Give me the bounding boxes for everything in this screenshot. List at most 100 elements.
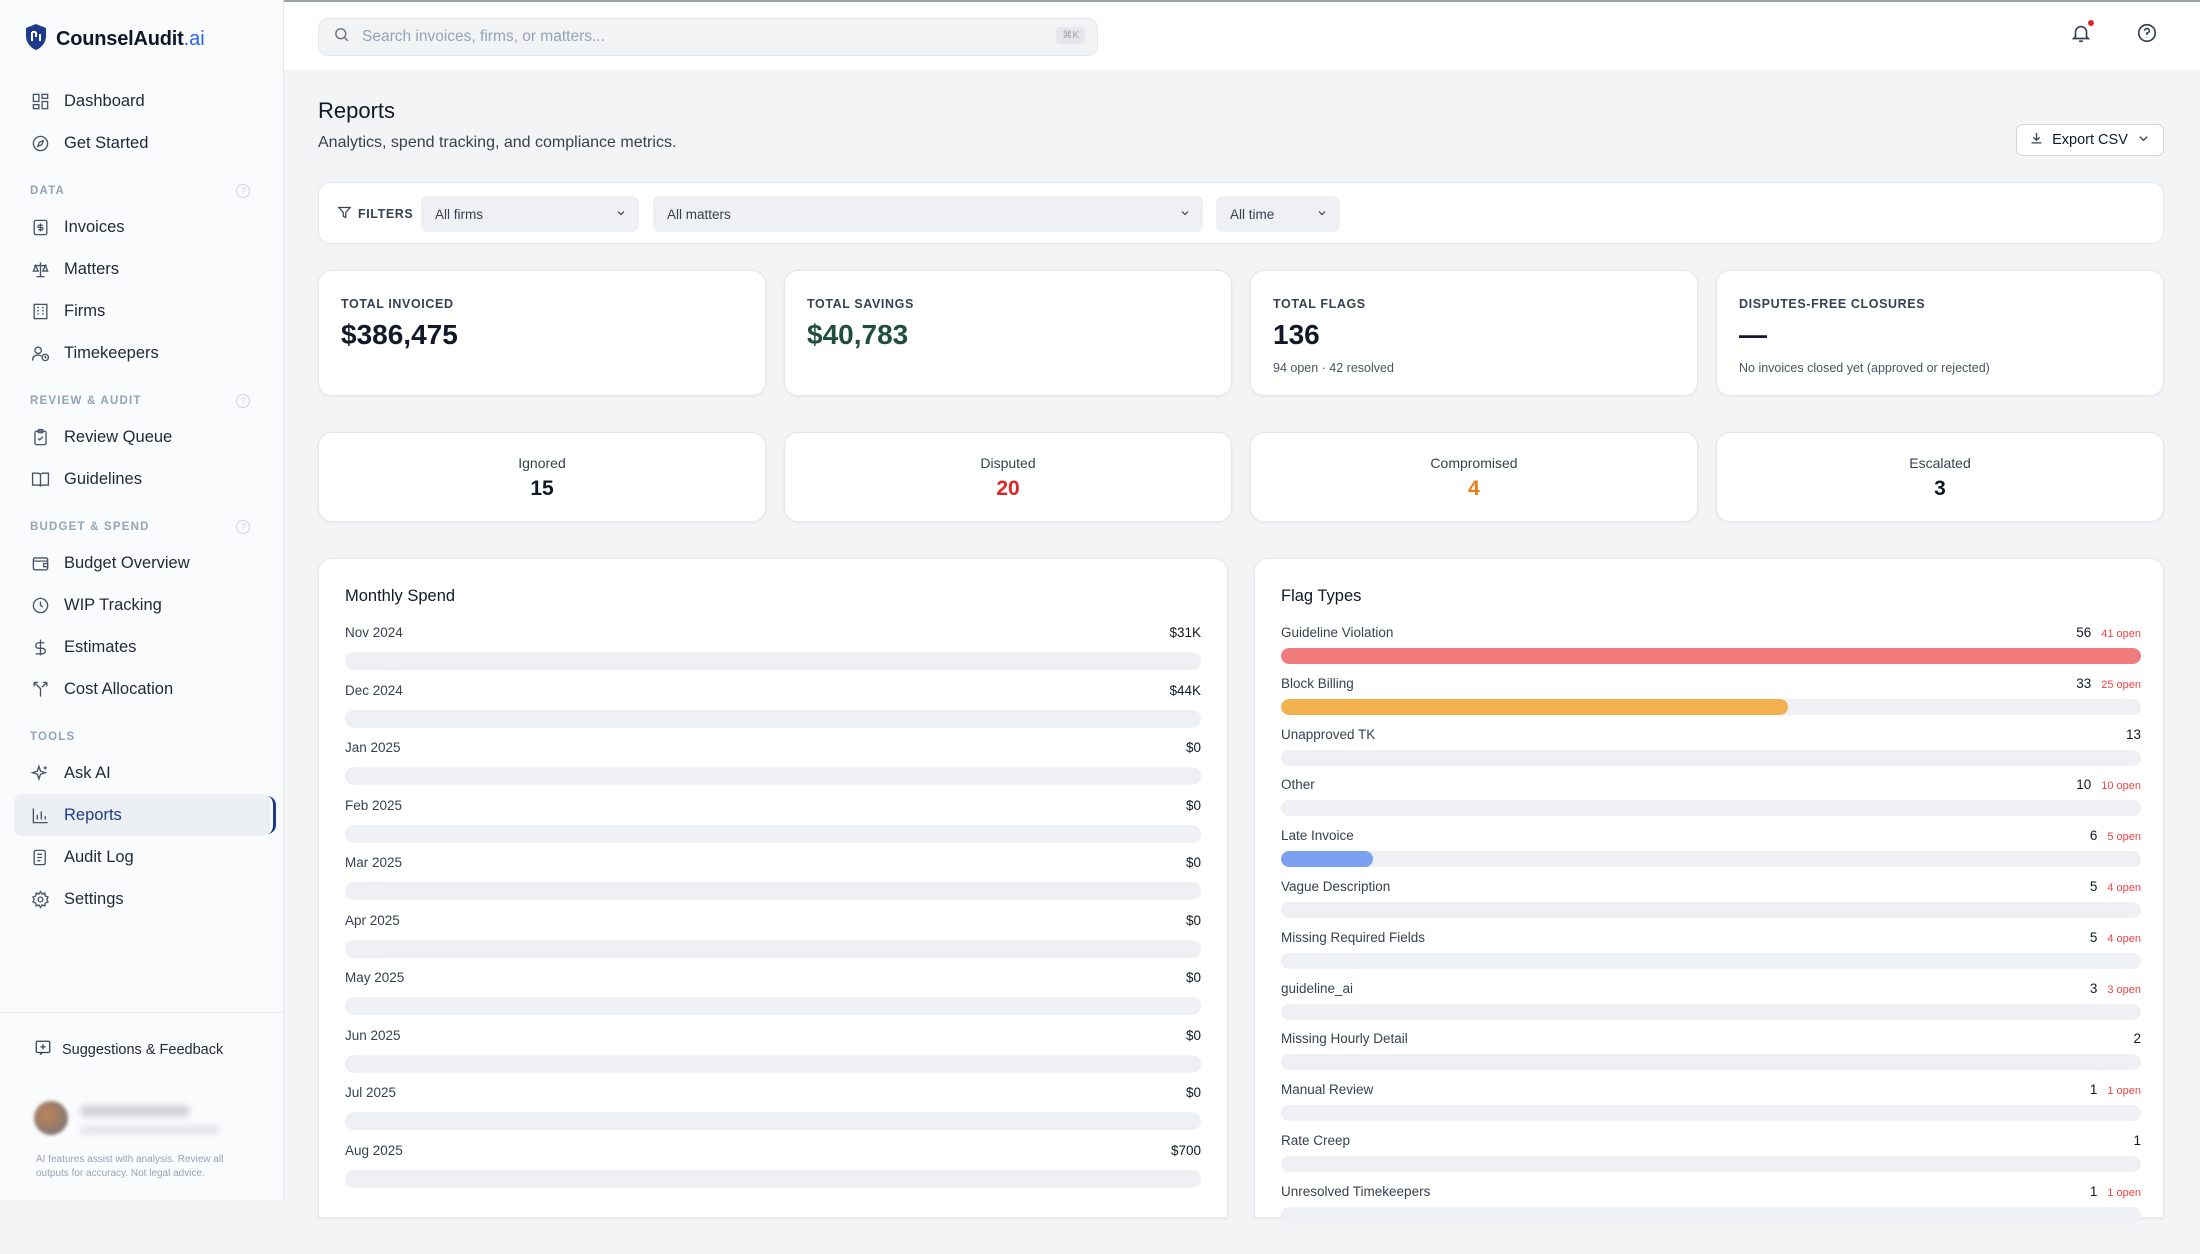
flag-row[interactable]: Missing Hourly Detail 2 [1281, 1031, 2141, 1081]
time-select[interactable]: All time [1216, 196, 1340, 232]
sidebar-item-reports[interactable]: Reports [14, 794, 276, 836]
sidebar-item-guidelines[interactable]: Guidelines [14, 458, 270, 500]
chevron-down-icon [615, 207, 627, 219]
flag-row-head: Block Billing 33 25 open [1281, 676, 2141, 691]
section-header-tools: TOOLS [14, 710, 270, 752]
firm-select[interactable]: All firms [421, 196, 639, 232]
kpi-card-total-invoiced: TOTAL INVOICED $386,475 [318, 270, 766, 396]
flag-bar-track [1281, 952, 2141, 969]
sidebar-item-timekeepers[interactable]: Timekeepers [14, 332, 270, 374]
spend-value: $0 [1185, 740, 1201, 755]
spend-value: $0 [1185, 1085, 1201, 1100]
flag-row[interactable]: guideline_ai 3 3 open [1281, 981, 2141, 1031]
spend-row-head: May 2025 $0 [345, 970, 1201, 985]
flag-counts: 33 25 open [2076, 676, 2141, 691]
flag-counts: 5 4 open [2090, 879, 2141, 894]
flag-count: 1 [2133, 1133, 2141, 1148]
flag-row[interactable]: Unapproved TK 13 [1281, 727, 2141, 777]
help-button[interactable] [2136, 22, 2162, 48]
spend-bar-track [345, 939, 1201, 958]
sidebar-item-firms[interactable]: Firms [14, 290, 270, 332]
sidebar-item-label: Reports [64, 805, 122, 824]
sidebar-item-dashboard[interactable]: Dashboard [14, 80, 270, 122]
flag-bar-track [1281, 1054, 2141, 1071]
search-box[interactable]: ⌘K [318, 18, 1098, 56]
split-icon [30, 679, 50, 699]
filters-label-text: FILTERS [358, 207, 414, 221]
flag-row[interactable]: Other 10 10 open [1281, 777, 2141, 827]
spend-row-head: Jul 2025 $0 [345, 1085, 1201, 1100]
flag-row-head: Late Invoice 6 5 open [1281, 828, 2141, 843]
flag-types-title: Flag Types [1281, 587, 1362, 605]
flag-row-head: Missing Hourly Detail 2 [1281, 1031, 2141, 1046]
sidebar-item-audit-log[interactable]: Audit Log [14, 836, 270, 878]
flag-row[interactable]: Late Invoice 6 5 open [1281, 828, 2141, 878]
wallet-icon [30, 553, 50, 573]
scale-icon [30, 259, 50, 279]
export-csv-button[interactable]: Export CSV [2016, 124, 2164, 156]
flag-row[interactable]: Missing Required Fields 5 4 open [1281, 930, 2141, 980]
flag-count: 56 [2076, 625, 2092, 640]
flag-name: Unresolved Timekeepers [1281, 1183, 1431, 1199]
sidebar-item-matters[interactable]: Matters [14, 248, 270, 290]
status-value: 3 [1934, 477, 1946, 500]
flag-row[interactable]: Block Billing 33 25 open [1281, 676, 2141, 726]
spend-row-head: Jan 2025 $0 [345, 740, 1201, 755]
feedback-button[interactable]: Suggestions & Feedback [34, 1039, 223, 1061]
help-circle-icon[interactable]: ? [236, 520, 250, 534]
status-card-ignored[interactable]: Ignored 15 [318, 432, 766, 522]
sidebar-item-label: WIP Tracking [64, 595, 162, 614]
flag-row-head: Vague Description 5 4 open [1281, 879, 2141, 894]
flag-count: 1 [2089, 1183, 2098, 1199]
sidebar-item-invoices[interactable]: Invoices [14, 206, 270, 248]
sidebar-item-label: Audit Log [64, 847, 134, 866]
spend-row: Jun 2025 $0 [345, 1028, 1201, 1084]
app-logo[interactable]: CounselAudit .ai [24, 23, 205, 54]
status-card-escalated[interactable]: Escalated 3 [1716, 432, 2164, 522]
chevron-down-icon [2136, 131, 2151, 150]
flag-counts: 56 41 open [2076, 625, 2141, 640]
spend-value: $0 [1185, 912, 1201, 928]
search-input[interactable] [362, 28, 1022, 46]
status-value: 15 [530, 477, 554, 500]
avatar[interactable] [34, 1101, 68, 1135]
sidebar-item-estimates[interactable]: Estimates [14, 626, 270, 668]
sidebar-item-budget-overview[interactable]: Budget Overview [14, 542, 270, 584]
help-circle-icon[interactable]: ? [236, 184, 250, 198]
sidebar-item-label: Matters [64, 259, 120, 278]
user-email-redacted [80, 1125, 220, 1135]
flag-count: 5 [2089, 879, 2098, 894]
search-shortcut: ⌘K [1056, 27, 1085, 44]
flag-bar-track [1281, 902, 2141, 918]
section-header-data: DATA ? [14, 164, 270, 206]
flag-row[interactable]: Vague Description 5 4 open [1281, 879, 2141, 929]
ai-disclaimer: AI features assist with analysis. Review… [36, 1154, 224, 1179]
sidebar-item-get-started[interactable]: Get Started [14, 122, 270, 164]
sidebar-item-settings[interactable]: Settings [14, 878, 270, 920]
spend-row: May 2025 $0 [345, 970, 1201, 1026]
matter-select[interactable]: All matters [653, 196, 1203, 232]
sidebar-item-wip-tracking[interactable]: WIP Tracking [14, 584, 270, 626]
flag-row[interactable]: Unresolved Timekeepers 1 1 open [1281, 1184, 2141, 1234]
help-circle-icon[interactable]: ? [236, 394, 250, 408]
status-card-compromised[interactable]: Compromised 4 [1250, 432, 1698, 522]
sidebar-item-ask-ai[interactable]: Ask AI [14, 752, 270, 794]
sidebar-item-review-queue[interactable]: Review Queue [14, 416, 270, 458]
flag-row-head: Rate Creep 1 [1281, 1133, 2141, 1148]
flag-bar-fill [1281, 698, 1788, 715]
notifications-button[interactable] [2070, 20, 2096, 48]
flag-row-head: Unresolved Timekeepers 1 1 open [1281, 1184, 2141, 1199]
sidebar-item-cost-allocation[interactable]: Cost Allocation [14, 668, 270, 710]
feedback-label: Suggestions & Feedback [62, 1042, 224, 1058]
flag-row[interactable]: Rate Creep 1 [1281, 1133, 2141, 1183]
flag-row[interactable]: Manual Review 1 1 open [1281, 1082, 2141, 1132]
flag-counts: 1 1 open [2090, 1184, 2141, 1199]
flag-row[interactable]: Guideline Violation 56 41 open [1281, 625, 2141, 675]
sidebar-item-label: Firms [64, 301, 106, 320]
status-card-disputed[interactable]: Disputed 20 [784, 432, 1232, 522]
flag-bar-track [1281, 648, 2141, 664]
logo-suffix: .ai [183, 27, 205, 50]
flag-name: Manual Review [1281, 1082, 1374, 1098]
flag-open-count: 5 open [2107, 831, 2141, 844]
flag-row-head: guideline_ai 3 3 open [1281, 981, 2141, 996]
